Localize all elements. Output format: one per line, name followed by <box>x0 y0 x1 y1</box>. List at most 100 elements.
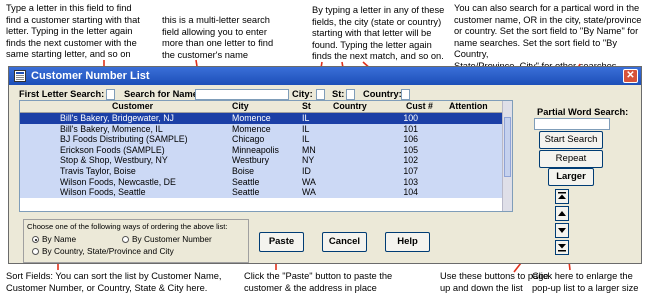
annotation-line: fields, the city (state or country) <box>312 16 442 27</box>
cell-customer: Bill's Bakery, Momence, IL <box>60 123 163 134</box>
by-name-label[interactable]: By Name <box>42 233 76 245</box>
table-row[interactable]: Stop & Shop, Westbury, NY Westbury NY 102 <box>20 155 512 166</box>
annotation-line: more than one letter to find <box>162 38 274 49</box>
close-icon[interactable]: ✕ <box>623 69 638 83</box>
cell-cust: 104 <box>403 187 418 198</box>
cell-st: IL <box>302 134 310 145</box>
search-name-label: Search for Name: <box>124 89 201 99</box>
cell-cust: 102 <box>403 155 418 166</box>
annotation-line: customer name, OR in the city, state/pro… <box>454 14 642 25</box>
annotation-line: the customer's name <box>162 49 249 60</box>
cell-city: Westbury <box>232 155 269 166</box>
radio-by-name[interactable] <box>32 236 39 243</box>
list-scrollbar[interactable] <box>502 101 512 211</box>
repeat-search-button[interactable]: Repeat Search <box>539 150 603 180</box>
annotation-line: Sort Fields: You can sort the list by Cu… <box>6 271 222 281</box>
title-bar[interactable]: Customer Number List ✕ <box>9 67 641 85</box>
help-button[interactable]: Help <box>385 232 430 252</box>
cell-customer: Erickson Foods (SAMPLE) <box>60 144 165 155</box>
radio-by-customer-number[interactable] <box>122 236 129 243</box>
cell-city: Boise <box>232 166 255 176</box>
table-row[interactable]: Wilson Foods, Newcastle, DE Seattle WA 103 <box>20 176 512 188</box>
annotation-line: customer & the address in place <box>244 282 377 293</box>
partial-word-input[interactable] <box>534 118 610 130</box>
page-down-button[interactable] <box>555 223 569 238</box>
country-input[interactable] <box>401 89 410 100</box>
cell-city: Chicago <box>232 134 265 145</box>
cell-cust: 100 <box>403 113 418 123</box>
cell-city: Seattle <box>232 176 260 187</box>
table-row[interactable]: Wilson Foods, Seattle Seattle WA 104 <box>20 187 512 198</box>
annotation-line: Click here to enlarge the <box>532 271 633 281</box>
annotation-line: finds the next match, and so on. <box>312 51 444 62</box>
cell-city: Momence <box>232 123 271 134</box>
by-country-label[interactable]: By Country, State/Province and City <box>42 245 174 257</box>
app-icon <box>14 70 26 82</box>
annotation-line: By typing a letter in any of these <box>312 5 445 15</box>
first-page-icon <box>558 192 566 199</box>
annotation-line: starting with that letter will be <box>312 28 432 39</box>
annotation-line: find a customer starting with that <box>6 14 140 25</box>
col-cust-number[interactable]: Cust # <box>406 101 433 112</box>
customer-list[interactable]: Customer City St Country Cust # Attentio… <box>19 100 513 212</box>
by-customer-number-label[interactable]: By Customer Number <box>132 233 212 245</box>
col-st[interactable]: St <box>302 101 311 112</box>
table-row[interactable]: Erickson Foods (SAMPLE) Minneapolis MN 105 <box>20 144 512 156</box>
customer-list-header: Customer City St Country Cust # Attentio… <box>20 101 512 113</box>
annotation-line: You can also search for a partical word … <box>454 3 640 13</box>
cell-customer: Stop & Shop, Westbury, NY <box>60 155 168 166</box>
start-search-button[interactable]: Start Search <box>539 131 603 149</box>
cell-customer: BJ Foods Distributing (SAMPLE) <box>60 134 188 145</box>
page-up-button[interactable] <box>555 206 569 221</box>
annotation-line: or country. Set the sort field to "By Na… <box>454 26 639 37</box>
table-row[interactable]: BJ Foods Distributing (SAMPLE) Chicago IL 1… <box>20 134 512 145</box>
city-input[interactable] <box>316 89 325 100</box>
annotation-partial-word: You can also search for a partical word … <box>454 3 650 73</box>
annotation-line: pop-up list to a larger size <box>532 282 639 293</box>
col-country[interactable]: Country <box>333 101 367 112</box>
col-city[interactable]: City <box>232 101 249 112</box>
cell-st: NY <box>302 155 315 166</box>
col-attention[interactable]: Attention <box>449 101 488 112</box>
cell-st: MN <box>302 144 316 155</box>
annotation-larger: Click here to enlarge the pop-up list to… <box>532 271 650 294</box>
cell-cust: 105 <box>403 144 418 155</box>
table-row[interactable]: Bill's Bakery, Momence, IL Momence IL 101 <box>20 123 512 135</box>
page-bottom-button[interactable] <box>555 240 569 255</box>
annotation-line: found. Typing the letter again <box>312 39 432 50</box>
search-name-input[interactable] <box>195 89 289 100</box>
annotation-line: Type a letter in this field to find <box>6 3 132 13</box>
larger-button[interactable]: Larger <box>548 168 594 186</box>
col-customer[interactable]: Customer <box>112 101 153 112</box>
page-top-button[interactable] <box>555 189 569 204</box>
cell-st: ID <box>302 166 311 176</box>
cell-cust: 101 <box>403 123 418 134</box>
annotation-line: this is a multi-letter search <box>162 15 270 25</box>
table-row[interactable]: Bill's Bakery, Bridgewater, NJ Momence IL 1… <box>20 113 512 124</box>
cell-city: Minneapolis <box>232 144 279 155</box>
first-letter-input[interactable] <box>106 89 115 100</box>
radio-by-country[interactable] <box>32 248 39 255</box>
annotation-line: Customer Number, or Country, State & Cit… <box>6 282 208 293</box>
annotation-city-state: By typing a letter in any of these field… <box>312 5 472 63</box>
annotation-search-name: this is a multi-letter search field allo… <box>162 15 312 61</box>
cell-cust: 106 <box>403 134 418 145</box>
last-page-icon <box>558 244 566 252</box>
cell-city: Momence <box>232 113 271 123</box>
annotation-sort-fields: Sort Fields: You can sort the list by Cu… <box>6 271 246 294</box>
sort-order-group: Choose one of the following ways of orde… <box>23 219 249 263</box>
cancel-button[interactable]: Cancel <box>322 232 367 252</box>
scrollbar-thumb[interactable] <box>504 117 511 177</box>
st-input[interactable] <box>346 89 355 100</box>
sort-order-legend: Choose one of the following ways of orde… <box>27 222 228 231</box>
city-label: City: <box>292 89 313 99</box>
window-title: Customer Number List <box>31 70 150 82</box>
annotation-line: letter. Typing in the letter again <box>6 26 133 37</box>
cell-customer: Travis Taylor, Boise <box>60 166 136 176</box>
first-letter-label: First Letter Search: <box>19 89 105 99</box>
paste-button[interactable]: Paste <box>259 232 304 252</box>
table-row[interactable]: Travis Taylor, Boise Boise ID 107 <box>20 166 512 177</box>
cell-st: IL <box>302 123 310 134</box>
page-down-icon <box>558 228 566 233</box>
annotation-line: field allowing you to enter <box>162 26 267 37</box>
